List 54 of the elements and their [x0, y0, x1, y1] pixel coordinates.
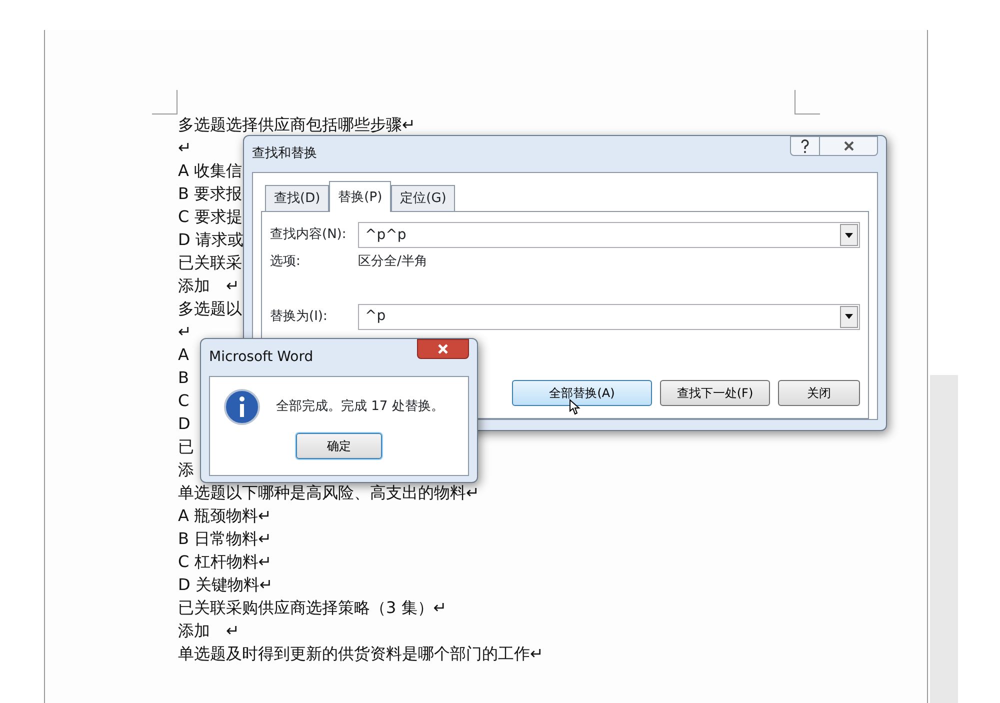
dropdown-button[interactable]: [840, 224, 858, 246]
text-line: 添加 ↵: [178, 621, 240, 640]
info-icon: [224, 389, 260, 425]
tab[interactable]: 查找(D): [265, 184, 330, 211]
text-line: A 收集信: [178, 161, 242, 180]
ok-button[interactable]: 确定: [296, 433, 382, 459]
help-icon: [800, 139, 810, 153]
options-value: 区分全/半角: [358, 253, 428, 271]
text-line: 已: [178, 437, 194, 456]
dialog-title: 查找和替换: [252, 145, 317, 163]
caret-icon: [845, 232, 853, 238]
text-line: 多选题以: [178, 299, 242, 318]
text-line: B 要求报: [178, 184, 242, 203]
text-line: 添: [178, 460, 194, 479]
tab[interactable]: 替换(P): [329, 180, 392, 212]
text-line: C: [178, 391, 190, 410]
close-icon: [842, 140, 854, 152]
text-line: ↵: [178, 322, 192, 341]
options-label: 选项:: [270, 253, 302, 271]
replace-with-label: 替换为(I):: [270, 308, 328, 326]
text-line: C 杠杆物料↵: [178, 552, 272, 571]
help-button[interactable]: [790, 136, 820, 156]
text-line: B 日常物料↵: [178, 529, 272, 548]
margin-corner-icon: [152, 90, 178, 116]
dropdown-button[interactable]: [840, 306, 858, 328]
text-line: 添加 ↵: [178, 276, 240, 295]
text-line: 单选题以下哪种是高风险、高支出的物料↵: [178, 483, 480, 502]
text-line: ↵: [178, 138, 192, 157]
text-line: C 要求提: [178, 207, 242, 226]
text-line: 多选题选择供应商包括哪些步骤↵: [178, 115, 416, 134]
text-line: D 请求或: [178, 230, 244, 249]
find-what-label: 查找内容(N):: [270, 226, 348, 244]
close-button[interactable]: [417, 339, 469, 359]
caret-icon: [845, 314, 853, 319]
tab[interactable]: 定位(G): [391, 184, 456, 211]
dialog-button[interactable]: 查找下一处(F): [660, 380, 770, 406]
message-text: 全部完成。完成 17 处替换。: [276, 398, 444, 416]
close-icon: [437, 344, 449, 354]
text-line: B: [178, 368, 189, 387]
cursor-icon: [569, 399, 581, 415]
text-line: A: [178, 345, 189, 364]
text-line: A 瓶颈物料↵: [178, 506, 272, 525]
margin-corner-icon: [794, 90, 820, 116]
dialog-button[interactable]: 全部替换(A): [512, 380, 652, 406]
dialog-button[interactable]: 关闭: [778, 380, 860, 406]
text-line: D: [178, 414, 190, 433]
dialog-title: Microsoft Word: [209, 348, 314, 367]
text-line: 已关联采: [178, 253, 242, 272]
replace-with-field[interactable]: ^p: [358, 304, 860, 330]
close-button[interactable]: [820, 136, 878, 156]
text-line: D 关键物料↵: [178, 575, 273, 594]
text-line: 已关联采购供应商选择策略（3 集）↵: [178, 598, 447, 617]
text-line: 单选题及时得到更新的供货资料是哪个部门的工作↵: [178, 644, 544, 663]
find-what-field[interactable]: ^p^p: [358, 222, 860, 248]
